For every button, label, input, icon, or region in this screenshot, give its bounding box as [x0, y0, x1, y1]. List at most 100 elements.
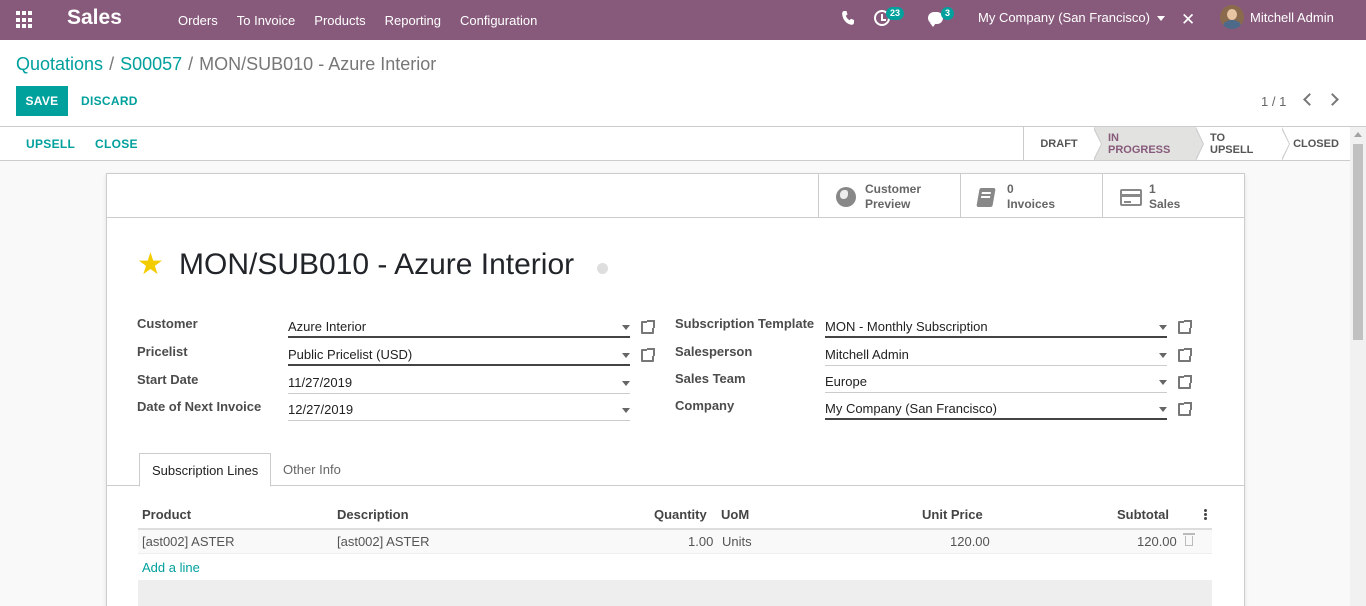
globe-icon [836, 187, 856, 207]
stage-pipeline: DRAFT IN PROGRESS TO UPSELL CLOSED [1023, 127, 1350, 161]
breadcrumb-order[interactable]: S00057 [120, 54, 182, 74]
cell-unit-price: 120.00 [950, 534, 990, 549]
stat-text: 0 Invoices [1007, 182, 1055, 212]
stat-line-2: Sales [1149, 197, 1181, 211]
subscription-template-input[interactable]: MON - Monthly Subscription [825, 316, 1167, 338]
field-value: Public Pricelist (USD) [288, 347, 413, 362]
menu-item-to-invoice[interactable]: To Invoice [237, 13, 296, 28]
stat-line-2: Preview [865, 197, 911, 211]
upsell-button[interactable]: UPSELL [26, 137, 75, 151]
sales-count: 1 [1149, 182, 1156, 196]
caret-down-icon [622, 325, 630, 330]
external-link-icon[interactable] [641, 320, 655, 334]
external-link-icon[interactable] [1178, 320, 1192, 334]
optional-columns-kebab-icon[interactable] [1204, 509, 1207, 512]
field-value: Europe [825, 374, 867, 389]
menu-item-reporting[interactable]: Reporting [385, 13, 441, 28]
top-navbar: Sales Orders To Invoice Products Reporti… [0, 0, 1366, 40]
salesperson-input[interactable]: Mitchell Admin [825, 344, 1167, 366]
smart-button-box: Customer Preview 0 Invoices 1 Sales [107, 174, 1244, 218]
company-switcher[interactable]: My Company (San Francisco) [978, 10, 1165, 25]
form-statusbar: UPSELL CLOSE DRAFT IN PROGRESS TO UPSELL… [0, 127, 1350, 161]
close-button[interactable]: CLOSE [95, 137, 138, 151]
field-value: 12/27/2019 [288, 402, 354, 417]
breadcrumb: Quotations / S00057/MON/SUB010 - Azure Int… [16, 54, 436, 75]
sales-button[interactable]: 1 Sales [1102, 174, 1244, 217]
tab-other-info[interactable]: Other Info [271, 453, 353, 486]
pricelist-input[interactable]: Public Pricelist (USD) [288, 344, 630, 366]
field-label: Salesperson [675, 344, 753, 359]
external-link-icon[interactable] [1178, 375, 1192, 389]
menu-item-orders[interactable]: Orders [178, 13, 218, 28]
stage-to-upsell[interactable]: TO UPSELL [1196, 127, 1290, 161]
kanban-state-dot[interactable] [597, 263, 608, 274]
customer-input[interactable]: Azure Interior [288, 316, 630, 338]
next-invoice-date-input[interactable]: 12/27/2019 [288, 399, 630, 421]
caret-down-icon [622, 381, 630, 386]
pager-previous-icon[interactable] [1303, 93, 1316, 106]
phone-icon[interactable] [842, 11, 854, 25]
stage-draft[interactable]: DRAFT [1024, 127, 1102, 161]
field-value: MON - Monthly Subscription [825, 319, 988, 334]
external-link-icon[interactable] [1178, 348, 1192, 362]
company-switcher-label: My Company (San Francisco) [978, 10, 1150, 25]
column-header-subtotal[interactable]: Subtotal [1117, 507, 1169, 522]
column-header-product[interactable]: Product [142, 507, 191, 522]
stage-label: CLOSED [1293, 137, 1339, 150]
breadcrumb-quotations[interactable]: Quotations [16, 54, 103, 74]
main-menu: Orders To Invoice Products Reporting Con… [178, 0, 556, 40]
field-value: Azure Interior [288, 319, 367, 334]
menu-item-configuration[interactable]: Configuration [460, 13, 537, 28]
invoices-button[interactable]: 0 Invoices [960, 174, 1102, 217]
stage-closed[interactable]: CLOSED [1282, 127, 1350, 160]
scrollbar-thumb[interactable] [1353, 144, 1363, 340]
stat-line-2: Invoices [1007, 197, 1056, 211]
stage-in-progress[interactable]: IN PROGRESS [1094, 127, 1204, 161]
user-avatar[interactable] [1220, 5, 1244, 29]
cell-uom: Units [722, 534, 752, 549]
menu-item-products[interactable]: Products [314, 13, 365, 28]
caret-down-icon [622, 408, 630, 413]
breadcrumb-current: MON/SUB010 - Azure Interior [199, 54, 437, 74]
stage-label: TO UPSELL [1210, 131, 1254, 156]
field-label: Company [675, 398, 735, 413]
pager-value[interactable]: 1 / 1 [1261, 94, 1286, 109]
save-button[interactable]: SAVE [16, 86, 68, 116]
stage-arrow [1195, 127, 1204, 161]
book-icon [976, 188, 996, 207]
page-scrollbar[interactable] [1350, 127, 1366, 606]
app-name[interactable]: Sales [67, 6, 122, 30]
trash-icon[interactable] [1183, 533, 1195, 546]
activity-count-badge: 23 [886, 7, 905, 20]
apps-menu-icon[interactable] [16, 11, 34, 29]
column-header-uom[interactable]: UoM [721, 507, 749, 522]
user-menu[interactable]: Mitchell Admin [1250, 10, 1334, 25]
sales-team-input[interactable]: Europe [825, 371, 1167, 393]
breadcrumb-separator: / [188, 54, 194, 74]
stage-arrow [1093, 127, 1102, 161]
debug-close-icon[interactable]: ✕ [1181, 11, 1195, 28]
table-row[interactable]: [ast002] ASTER [ast002] ASTER 1.00 Units… [138, 530, 1212, 554]
messages-count-badge: 3 [941, 7, 955, 20]
column-header-quantity[interactable]: Quantity [654, 507, 707, 522]
column-header-unit-price[interactable]: Unit Price [922, 507, 983, 522]
start-date-input[interactable]: 11/27/2019 [288, 372, 630, 394]
tab-subscription-lines[interactable]: Subscription Lines [139, 453, 272, 487]
cell-description: [ast002] ASTER [337, 534, 430, 549]
company-input[interactable]: My Company (San Francisco) [825, 398, 1167, 420]
cell-quantity: 1.00 [688, 534, 714, 549]
favorite-star-icon[interactable]: ★ [137, 250, 164, 280]
external-link-icon[interactable] [1178, 402, 1192, 416]
pager-next-icon[interactable] [1326, 93, 1339, 106]
form-sheet: Customer Preview 0 Invoices 1 Sales ★ MO… [106, 173, 1245, 606]
field-label: Start Date [137, 372, 199, 387]
discard-button[interactable]: DISCARD [81, 94, 138, 108]
add-a-line-link[interactable]: Add a line [142, 560, 200, 575]
customer-preview-button[interactable]: Customer Preview [818, 174, 960, 217]
field-label: Customer [137, 316, 198, 331]
field-value: 11/27/2019 [288, 375, 353, 390]
scroll-up-arrow-icon[interactable] [1354, 132, 1362, 137]
column-header-description[interactable]: Description [337, 507, 409, 522]
field-label: Subscription Template [675, 316, 815, 331]
external-link-icon[interactable] [641, 348, 655, 362]
